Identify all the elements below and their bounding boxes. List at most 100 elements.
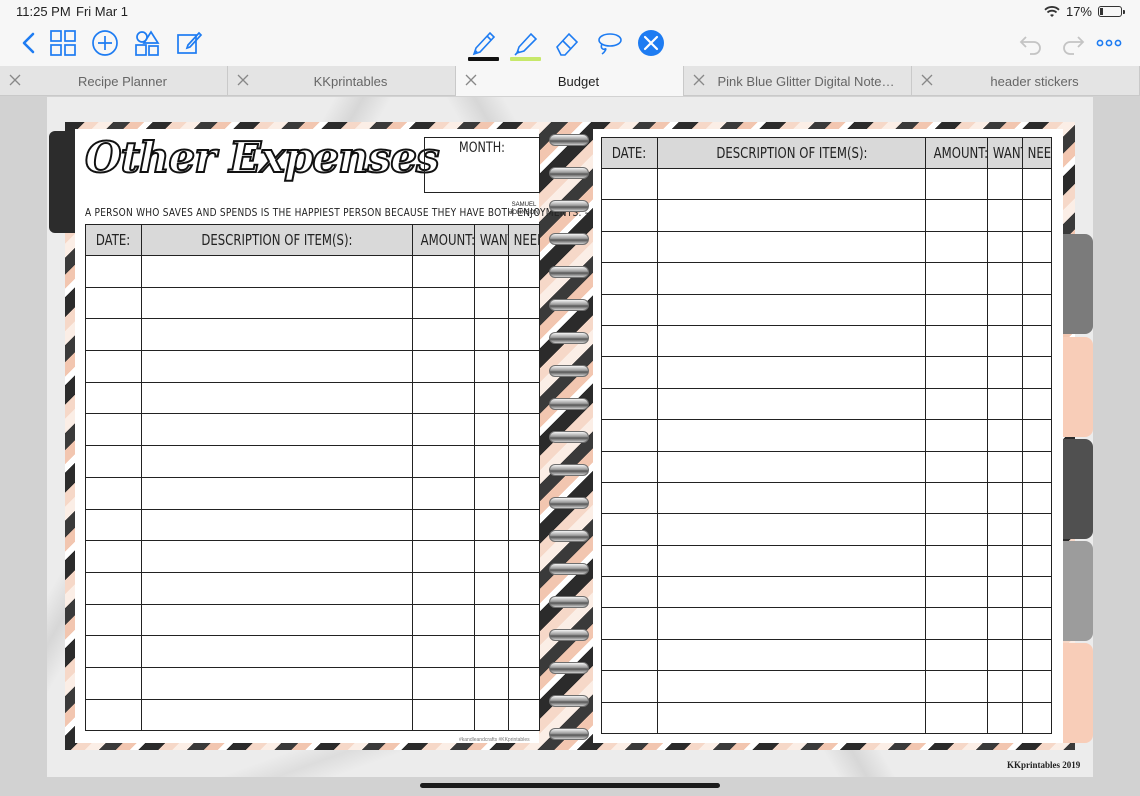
table-row[interactable]	[85, 540, 540, 573]
table-cell[interactable]	[412, 571, 475, 605]
table-cell[interactable]	[987, 293, 1023, 326]
table-cell[interactable]	[474, 381, 509, 415]
table-cell[interactable]	[657, 199, 926, 232]
table-cell[interactable]	[601, 576, 658, 609]
thumbnails-icon[interactable]	[48, 28, 78, 58]
back-icon[interactable]	[14, 28, 44, 58]
table-cell[interactable]	[141, 508, 413, 542]
table-cell[interactable]	[508, 413, 540, 447]
table-cell[interactable]	[987, 387, 1023, 421]
table-cell[interactable]	[85, 571, 142, 605]
table-cell[interactable]	[141, 476, 413, 510]
edit-icon[interactable]	[174, 28, 204, 58]
table-cell[interactable]	[601, 638, 658, 672]
divider-tab[interactable]	[1061, 643, 1093, 743]
table-cell[interactable]	[412, 350, 475, 383]
table-cell[interactable]	[85, 508, 142, 542]
table-row[interactable]	[601, 607, 1052, 640]
table-cell[interactable]	[508, 666, 540, 700]
table-cell[interactable]	[601, 230, 658, 264]
table-cell[interactable]	[987, 670, 1023, 703]
table-cell[interactable]	[141, 286, 413, 320]
table-cell[interactable]	[925, 544, 988, 578]
table-cell[interactable]	[925, 638, 988, 672]
table-cell[interactable]	[85, 413, 142, 447]
table-cell[interactable]	[987, 167, 1023, 201]
table-cell[interactable]	[657, 230, 926, 264]
table-cell[interactable]	[1022, 167, 1052, 201]
table-cell[interactable]	[85, 255, 142, 288]
table-row[interactable]	[85, 445, 540, 478]
close-icon[interactable]	[920, 73, 934, 87]
table-row[interactable]	[601, 199, 1052, 232]
table-cell[interactable]	[987, 262, 1023, 295]
table-row[interactable]	[85, 508, 540, 542]
table-row[interactable]	[601, 701, 1052, 735]
table-cell[interactable]	[987, 419, 1023, 452]
undo-icon[interactable]	[1016, 28, 1046, 58]
table-row[interactable]	[601, 167, 1052, 201]
table-row[interactable]	[601, 576, 1052, 609]
table-cell[interactable]	[1022, 324, 1052, 358]
table-cell[interactable]	[601, 544, 658, 578]
table-row[interactable]	[601, 544, 1052, 578]
table-cell[interactable]	[657, 324, 926, 358]
table-cell[interactable]	[412, 635, 475, 668]
table-cell[interactable]	[85, 666, 142, 700]
table-cell[interactable]	[925, 419, 988, 452]
divider-tab[interactable]	[1061, 337, 1093, 437]
table-row[interactable]	[85, 318, 540, 352]
table-cell[interactable]	[987, 356, 1023, 389]
table-row[interactable]	[85, 476, 540, 510]
table-row[interactable]	[601, 638, 1052, 672]
table-row[interactable]	[85, 413, 540, 447]
table-cell[interactable]	[1022, 419, 1052, 452]
table-cell[interactable]	[657, 262, 926, 295]
table-cell[interactable]	[601, 607, 658, 640]
table-cell[interactable]	[925, 576, 988, 609]
table-cell[interactable]	[657, 638, 926, 672]
table-row[interactable]	[601, 513, 1052, 546]
table-row[interactable]	[85, 381, 540, 415]
table-cell[interactable]	[657, 701, 926, 735]
table-cell[interactable]	[141, 255, 413, 288]
table-cell[interactable]	[1022, 576, 1052, 609]
table-cell[interactable]	[1022, 607, 1052, 640]
table-cell[interactable]	[987, 513, 1023, 546]
table-row[interactable]	[601, 387, 1052, 421]
table-cell[interactable]	[474, 540, 509, 573]
divider-tab[interactable]	[1061, 234, 1093, 334]
table-cell[interactable]	[141, 413, 413, 447]
table-row[interactable]	[601, 262, 1052, 295]
table-cell[interactable]	[85, 476, 142, 510]
divider-tab[interactable]	[1061, 439, 1093, 539]
table-row[interactable]	[601, 419, 1052, 452]
table-cell[interactable]	[412, 666, 475, 700]
table-cell[interactable]	[657, 544, 926, 578]
table-cell[interactable]	[474, 635, 509, 668]
table-cell[interactable]	[412, 445, 475, 478]
table-cell[interactable]	[601, 199, 658, 232]
table-cell[interactable]	[85, 445, 142, 478]
table-cell[interactable]	[657, 670, 926, 703]
table-cell[interactable]	[1022, 481, 1052, 515]
table-cell[interactable]	[85, 635, 142, 668]
table-cell[interactable]	[412, 603, 475, 637]
close-icon[interactable]	[8, 73, 22, 87]
table-cell[interactable]	[1022, 638, 1052, 672]
redo-icon[interactable]	[1058, 28, 1088, 58]
table-cell[interactable]	[601, 293, 658, 326]
table-cell[interactable]	[412, 698, 475, 732]
table-cell[interactable]	[141, 698, 413, 732]
table-cell[interactable]	[987, 230, 1023, 264]
table-row[interactable]	[85, 635, 540, 668]
table-cell[interactable]	[657, 293, 926, 326]
table-cell[interactable]	[474, 255, 509, 288]
table-cell[interactable]	[474, 286, 509, 320]
table-cell[interactable]	[657, 607, 926, 640]
table-cell[interactable]	[925, 701, 988, 735]
table-cell[interactable]	[412, 318, 475, 352]
table-cell[interactable]	[412, 508, 475, 542]
table-cell[interactable]	[141, 666, 413, 700]
table-cell[interactable]	[987, 481, 1023, 515]
